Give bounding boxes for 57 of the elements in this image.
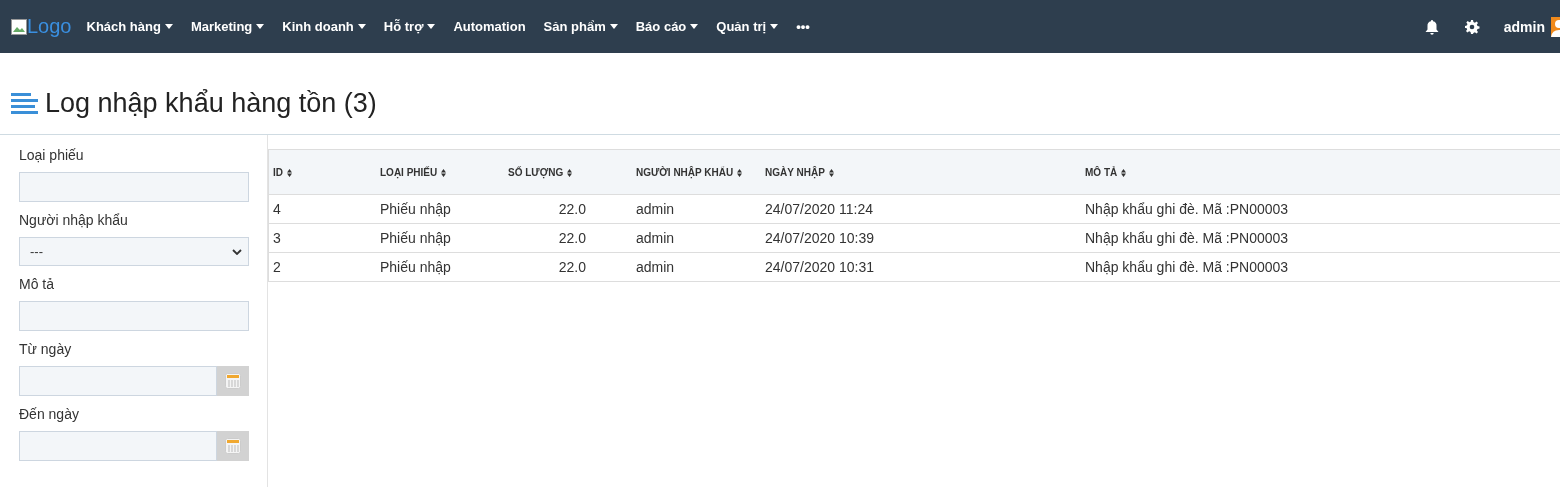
list-icon — [11, 92, 38, 115]
table-cell: Phiếu nhập — [376, 252, 504, 282]
field-label: Người nhập khẩu — [19, 212, 129, 228]
sort-icon[interactable] — [1121, 168, 1127, 177]
nav-menu-item[interactable]: Quản trị — [707, 19, 788, 34]
user-name[interactable]: admin — [1503, 18, 1545, 35]
nav-menu-item[interactable]: Kinh doanh — [273, 19, 375, 34]
column-header[interactable]: LOẠI PHIẾU — [376, 149, 504, 195]
nav-menu-item[interactable]: Automation — [444, 19, 535, 34]
column-header[interactable]: ID — [268, 149, 376, 195]
table-cell: Nhập khẩu ghi đè. Mã :PN00003 — [1081, 194, 1560, 224]
nav-menu-item[interactable]: Sản phẩm — [534, 19, 627, 34]
table-cell: Nhập khẩu ghi đè. Mã :PN00003 — [1081, 223, 1560, 253]
calendar-icon — [225, 373, 241, 389]
chevron-icon — [232, 248, 242, 255]
table-cell: 22.0 — [504, 252, 632, 282]
nav-menu-item[interactable]: ••• — [787, 19, 819, 34]
table-cell: Phiếu nhập — [376, 194, 504, 224]
input-field[interactable] — [19, 301, 249, 331]
page-title-text: Log nhập khẩu hàng tồn (3) — [45, 88, 377, 119]
sort-icon[interactable] — [441, 168, 447, 177]
column-header[interactable]: MÔ TẢ — [1081, 149, 1560, 195]
table-cell: 24/07/2020 11:24 — [761, 194, 1081, 224]
date-field[interactable] — [19, 366, 217, 396]
sort-icon[interactable] — [567, 168, 573, 177]
field-label: Từ ngày — [19, 341, 73, 357]
column-header[interactable]: NGƯỜI NHẬP KHẨU — [632, 149, 761, 195]
sort-icon[interactable] — [737, 168, 743, 177]
table-cell: 4 — [268, 194, 376, 224]
nav-menu-item[interactable]: Hỗ trợ — [374, 19, 445, 34]
date-field[interactable] — [19, 431, 217, 461]
column-header[interactable]: SỐ LƯỢNG — [504, 149, 632, 195]
table-cell: Nhập khẩu ghi đè. Mã :PN00003 — [1081, 252, 1560, 282]
table-cell: 22.0 — [504, 194, 632, 224]
field-label: Mô tả — [19, 276, 55, 292]
table-cell: 2 — [268, 252, 376, 282]
avatar-icon[interactable] — [1551, 16, 1560, 37]
table-cell: admin — [632, 223, 761, 253]
table-cell: 24/07/2020 10:31 — [761, 252, 1081, 282]
field-label: Đến ngày — [19, 406, 80, 422]
field-label: Loại phiếu — [19, 147, 85, 163]
table-cell: 22.0 — [504, 223, 632, 253]
broken-image-icon — [11, 18, 27, 35]
sort-icon[interactable] — [828, 168, 834, 177]
sort-icon[interactable] — [287, 168, 292, 177]
nav-menu-item[interactable]: Khách hàng — [77, 19, 182, 34]
table-cell: 24/07/2020 10:39 — [761, 223, 1081, 253]
table-cell: Phiếu nhập — [376, 223, 504, 253]
table-cell: admin — [632, 252, 761, 282]
table-cell: admin — [632, 194, 761, 224]
select-field[interactable]: --- — [19, 237, 249, 266]
table-cell: 3 — [268, 223, 376, 253]
nav-menu-item[interactable]: Báo cáo — [626, 19, 708, 34]
nav-menu-item[interactable]: Marketing — [181, 19, 274, 34]
calendar-icon — [225, 438, 241, 454]
input-field[interactable] — [19, 172, 249, 202]
column-header[interactable]: NGÀY NHẬP — [761, 149, 1081, 195]
